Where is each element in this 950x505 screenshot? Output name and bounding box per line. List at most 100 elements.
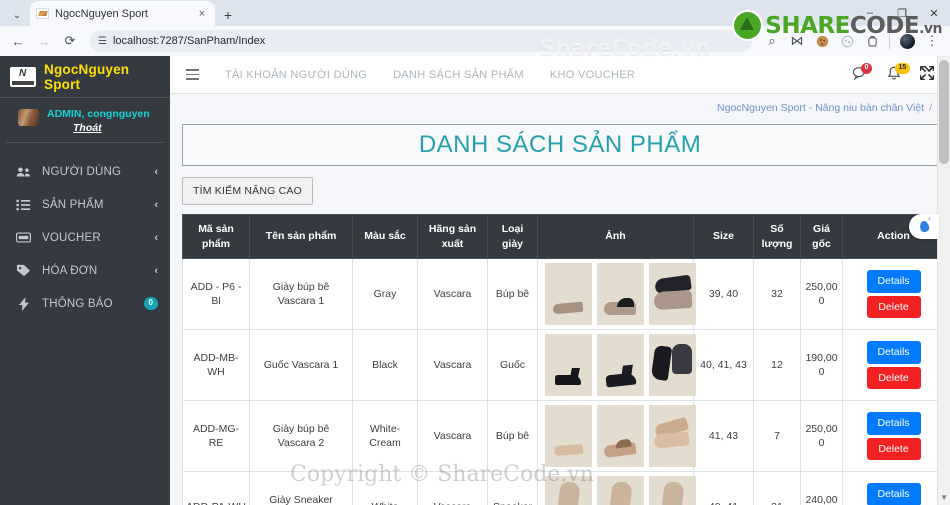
logout-link[interactable]: Thoát [73,122,102,134]
fullscreen-icon[interactable] [919,65,938,84]
details-button[interactable]: Details [866,270,921,293]
avatar[interactable] [895,29,919,53]
delete-button[interactable]: Delete [866,366,921,389]
scroll-down-arrow-icon[interactable]: ▼ [940,493,948,502]
topnav-link-kho-voucher[interactable]: KHO VOUCHER [550,69,635,81]
product-thumbnail[interactable] [649,334,696,396]
product-thumbnail[interactable] [597,476,644,505]
shoe-favicon [36,8,49,19]
scrollbar-thumb[interactable] [939,60,949,164]
tab-search-icon[interactable]: ⌄ [4,4,30,26]
new-tab-button[interactable]: + [215,4,241,26]
breadcrumb-link[interactable]: NgocNguyen Sport - Nâng niu bàn chân Việ… [717,102,924,114]
user-name[interactable]: ADMIN, congnguyen [47,108,150,120]
window-close-icon[interactable]: ✕ [918,0,950,26]
forward-icon[interactable]: → [32,29,56,53]
table-row[interactable]: ADD - P6 - Bl Giày búp bê Vascara 1 Gray… [182,258,945,330]
product-thumbnail[interactable] [649,405,696,467]
topnav-link-tai-khoan[interactable]: TÀI KHOẢN NGƯỜI DÙNG [225,69,367,81]
cell-color: White [352,471,418,505]
cell-name: Giày Sneaker Vascara [249,471,353,505]
product-thumbnail[interactable] [545,476,592,505]
maximize-icon[interactable]: ❐ [886,0,918,26]
back-icon[interactable]: ← [6,29,30,53]
product-thumbnail[interactable] [597,405,644,467]
cell-brand: Vascara [417,329,488,401]
cell-name: Giày búp bê Vascara 2 [249,400,353,472]
cell-actions: Details Delete [842,400,945,472]
table-header-row: Mã sản phẩm Tên sản phẩm Màu sắc Hãng sả… [182,214,945,259]
toolbar-right-icons: ⌕ ⋈ ⋮ [760,29,944,53]
avatar [18,109,39,126]
sidebar-item-hoa-don[interactable]: HÓA ĐƠN ‹ [0,254,170,287]
split-view-icon[interactable]: ⋈ [785,29,809,53]
close-icon[interactable]: × [195,8,209,20]
product-thumbnail[interactable] [545,263,592,325]
browser-toolbar: ← → ⟳ ☰ localhost:7287/SanPham/Index ⌕ ⋈… [0,26,950,56]
column-header-so-luong: Số lượng [753,214,801,259]
cell-actions: Details Delete [842,329,945,401]
extensions-icon[interactable] [835,29,859,53]
products-table-wrapper: Mã sản phẩm Tên sản phẩm Màu sắc Hãng sả… [182,214,945,505]
sidebar-item-label: HÓA ĐƠN [42,264,98,277]
table-row[interactable]: ADD-PA-WH Giày Sneaker Vascara White Vas… [182,471,945,505]
details-button[interactable]: Details [866,483,921,505]
delete-button[interactable]: Delete [866,295,921,318]
water-drop-sparkle-icon[interactable] [909,214,939,239]
details-button[interactable]: Details [866,412,921,435]
product-thumbnail[interactable] [649,476,696,505]
bell-icon[interactable]: 15 [886,63,910,84]
product-thumbnail[interactable] [597,334,644,396]
cell-actions: Details Delete [842,471,945,505]
topnav-icons: 0 15 [852,56,938,94]
cell-code: ADD - P6 - Bl [182,258,250,330]
menu-icon[interactable] [186,69,199,80]
chevron-left-icon: ‹ [154,264,158,277]
sidebar-item-label: SẢN PHẨM [42,198,104,211]
chevron-left-icon: ‹ [154,198,158,211]
cookie-icon[interactable] [810,29,834,53]
users-icon [16,166,31,178]
table-row[interactable]: ADD-MB-WH Guốc Vascara 1 Black Vascara G… [182,329,945,401]
clipboard-icon[interactable] [860,29,884,53]
cell-name: Giày búp bê Vascara 1 [249,258,353,330]
minimize-icon[interactable]: – [854,0,886,26]
cell-size: 40, 41, 43 [693,329,754,401]
delete-button[interactable]: Delete [866,437,921,460]
details-button[interactable]: Details [866,341,921,364]
sidebar-item-voucher[interactable]: VOUCHER ‹ [0,221,170,254]
sidebar-brand[interactable]: NgocNguyen Sport [0,56,170,98]
product-thumbnail[interactable] [597,263,644,325]
cell-quantity: 32 [753,258,801,330]
cell-brand: Vascara [417,471,488,505]
browser-tab[interactable]: NgocNguyen Sport × [30,1,215,26]
product-thumbnail[interactable] [649,263,696,325]
tab-strip: ⌄ NgocNguyen Sport × + – ❐ ✕ [0,0,950,26]
cell-actions: Details Delete [842,258,945,330]
bolt-icon [16,296,31,311]
table-row[interactable]: ADD-MG-RE Giày búp bê Vascara 2 White-Cr… [182,400,945,472]
chat-icon[interactable]: 0 [852,63,872,84]
sidebar-item-nguoi-dung[interactable]: NGƯỜI DÙNG ‹ [0,155,170,188]
browser-menu-icon[interactable]: ⋮ [920,29,944,53]
page-scrollbar[interactable]: ▼ [937,56,950,505]
column-header-anh: Ảnh [537,214,694,259]
product-thumbnail[interactable] [545,334,592,396]
product-thumbnail[interactable] [545,405,592,467]
products-table: Mã sản phẩm Tên sản phẩm Màu sắc Hãng sả… [182,214,945,505]
address-bar[interactable]: ☰ localhost:7287/SanPham/Index [90,30,752,52]
sidebar-item-thong-bao[interactable]: THÔNG BÁO 0 [0,287,170,320]
reload-icon[interactable]: ⟳ [58,29,82,53]
cell-color: Black [352,329,418,401]
tune-icon[interactable]: ☰ [98,36,107,47]
tag-icon [16,264,31,277]
advanced-search-button[interactable]: TÌM KIẾM NÂNG CAO [182,177,313,205]
cell-code: ADD-MG-RE [182,400,250,472]
topnav-link-danh-sach-san-pham[interactable]: DANH SÁCH SẢN PHẨM [393,69,524,81]
column-header-ma-san-pham: Mã sản phẩm [182,214,250,259]
cell-quantity: 12 [753,329,801,401]
sidebar-item-san-pham[interactable]: SẢN PHẨM ‹ [0,188,170,221]
zoom-icon[interactable]: ⌕ [760,29,784,53]
cell-name: Guốc Vascara 1 [249,329,353,401]
brand-logo-icon [10,66,36,87]
